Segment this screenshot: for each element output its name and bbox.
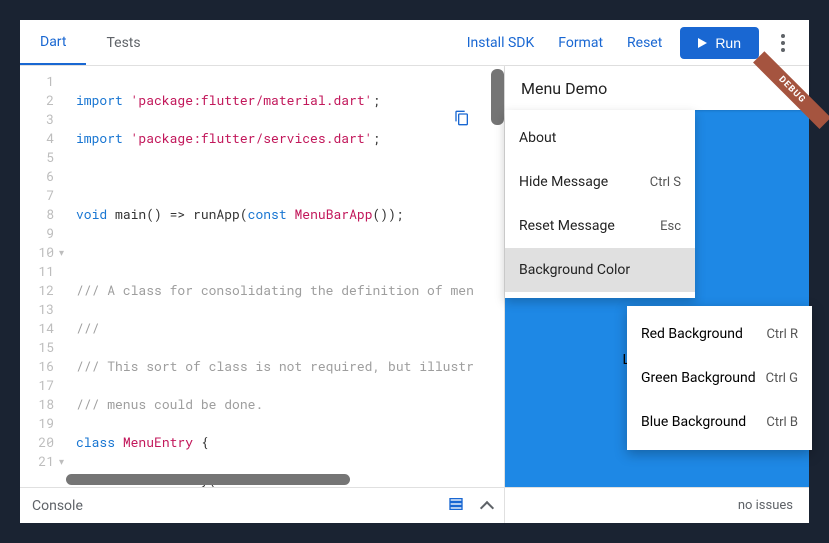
run-button-label: Run [715, 35, 741, 51]
editor-tabs: Dart Tests [20, 20, 161, 65]
submenu-background-color: Red Background Ctrl R Green Background C… [627, 306, 812, 450]
format-link[interactable]: Format [546, 35, 615, 51]
install-sdk-link[interactable]: Install SDK [455, 35, 547, 51]
topbar: Dart Tests Install SDK Format Reset Run [20, 20, 809, 66]
console-bar: Console [20, 487, 504, 523]
console-settings-icon[interactable] [448, 496, 464, 516]
submenu-item-red[interactable]: Red Background Ctrl R [627, 312, 812, 356]
reset-link[interactable]: Reset [615, 35, 674, 51]
run-button[interactable]: Run [680, 27, 759, 59]
menu-item-about[interactable]: About [505, 116, 695, 160]
copy-icon[interactable] [454, 110, 470, 126]
preview-pane: Menu Demo DEBUG About Hide Message Ctrl … [505, 66, 809, 523]
menu-item-background-color[interactable]: Background Color [505, 248, 695, 292]
line-gutter: 1 2 3 4 5 6 7 8 9 10 11 12 13 14 15 16 1 [20, 66, 62, 487]
code-editor[interactable]: 1 2 3 4 5 6 7 8 9 10 11 12 13 14 15 16 1 [20, 66, 504, 487]
main-area: 1 2 3 4 5 6 7 8 9 10 11 12 13 14 15 16 1 [20, 66, 809, 523]
issues-text: no issues [738, 498, 793, 513]
app-title: Menu Demo [521, 79, 607, 98]
tab-tests[interactable]: Tests [86, 20, 160, 65]
console-title: Console [32, 498, 434, 514]
menu-item-reset-message[interactable]: Reset Message Esc [505, 204, 695, 248]
editor-pane: 1 2 3 4 5 6 7 8 9 10 11 12 13 14 15 16 1 [20, 66, 505, 523]
submenu-item-blue[interactable]: Blue Background Ctrl B [627, 400, 812, 444]
menu-popup: About Hide Message Ctrl S Reset Message … [505, 110, 695, 298]
play-icon [698, 38, 707, 48]
tab-dart[interactable]: Dart [20, 20, 86, 65]
more-menu-button[interactable] [765, 34, 801, 52]
submenu-item-green[interactable]: Green Background Ctrl G [627, 356, 812, 400]
code-content[interactable]: import 'package:flutter/material.dart'; … [62, 66, 504, 487]
menu-item-hide-message[interactable]: Hide Message Ctrl S [505, 160, 695, 204]
horizontal-scrollbar[interactable] [66, 474, 350, 485]
console-expand-icon[interactable] [480, 500, 494, 514]
vertical-scrollbar[interactable] [491, 69, 504, 125]
ide-window: Dart Tests Install SDK Format Reset Run … [20, 20, 809, 523]
issues-bar: no issues [505, 487, 809, 523]
